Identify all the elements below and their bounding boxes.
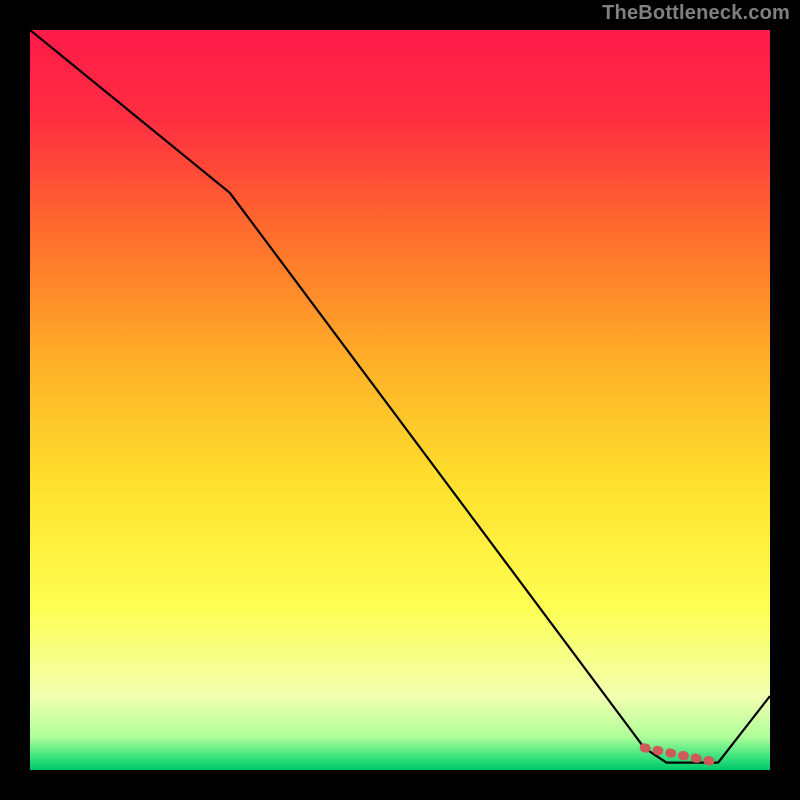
chart-svg <box>30 30 770 770</box>
plot-area <box>30 30 770 770</box>
gradient-background <box>30 30 770 770</box>
watermark-text: TheBottleneck.com <box>602 2 790 25</box>
chart-frame: TheBottleneck.com <box>0 0 800 800</box>
